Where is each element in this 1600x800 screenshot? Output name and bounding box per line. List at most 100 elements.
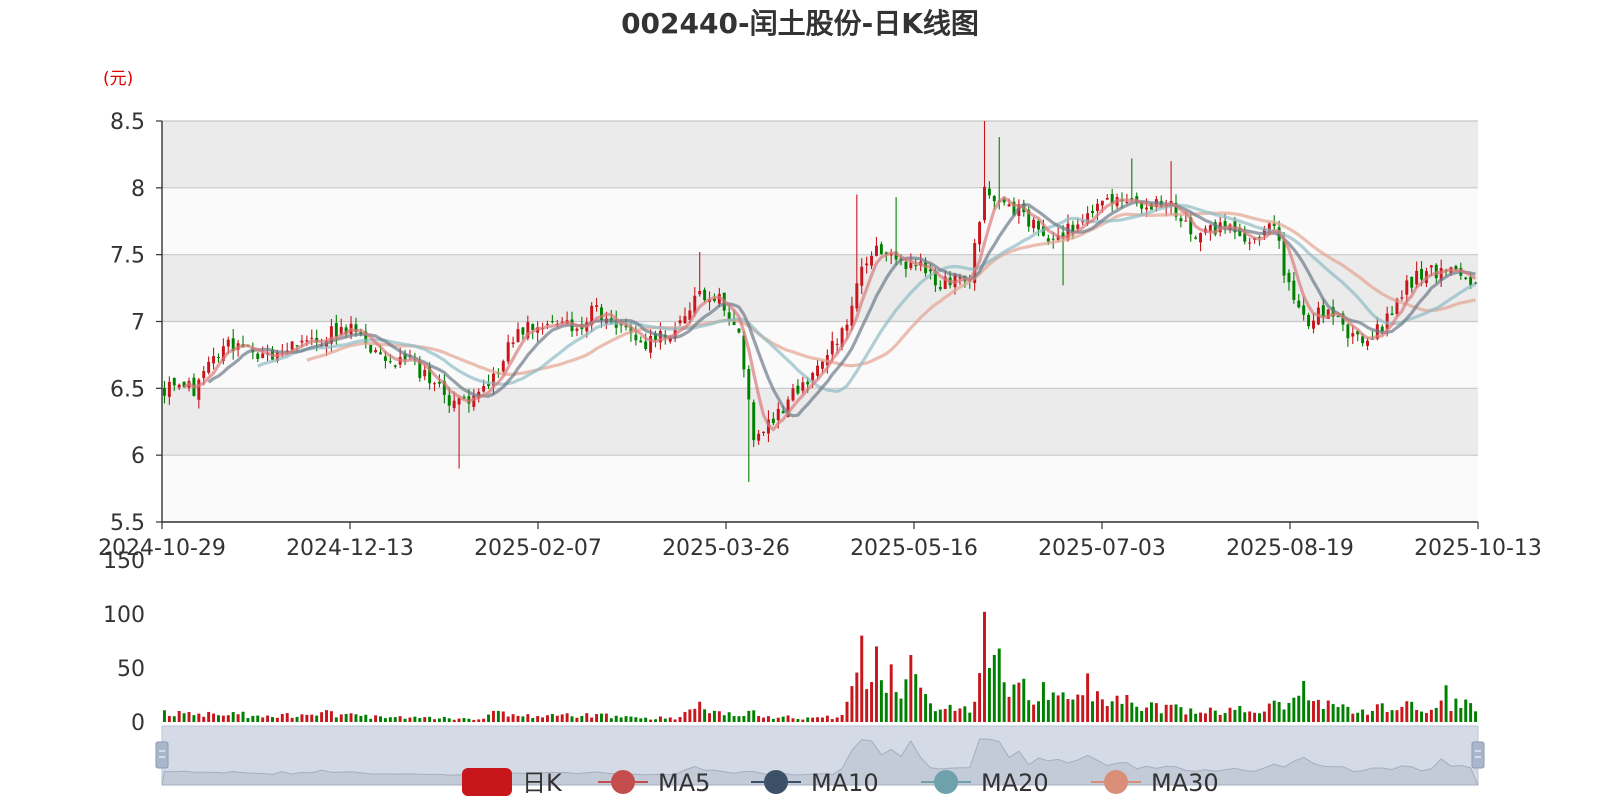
- volume-bar: [1469, 703, 1473, 722]
- volume-bar: [619, 717, 623, 722]
- volume-bar: [708, 713, 711, 722]
- candle-body: [1292, 280, 1296, 300]
- volume-bar: [894, 692, 898, 722]
- zoom-handle-left[interactable]: [155, 741, 169, 769]
- volume-bar: [295, 716, 299, 722]
- volume-bar: [1233, 709, 1237, 722]
- volume-bar: [595, 714, 599, 722]
- volume-bar: [231, 712, 235, 722]
- volume-bar: [889, 664, 893, 722]
- volume-bar: [884, 692, 888, 722]
- volume-bar: [1017, 682, 1021, 722]
- volume-bar: [860, 635, 864, 722]
- volume-bar: [457, 718, 461, 722]
- volume-bar: [403, 718, 407, 722]
- volume-bar: [496, 710, 500, 722]
- volume-bar: [1120, 703, 1124, 722]
- volume-bar: [924, 694, 928, 722]
- price-grid: [162, 120, 1478, 523]
- volume-bar: [1258, 713, 1261, 722]
- volume-bar: [1429, 709, 1433, 722]
- volume-bar: [1022, 678, 1026, 722]
- volume-bar: [1012, 684, 1016, 722]
- candle-body: [1194, 237, 1198, 239]
- price-tick-label: 5.5: [110, 511, 145, 536]
- candle-body: [1297, 300, 1301, 308]
- volume-bar: [300, 714, 304, 722]
- candle-body: [791, 388, 795, 401]
- volume-bar: [1361, 709, 1365, 722]
- volume-bar: [1277, 702, 1281, 722]
- candle-body: [703, 289, 707, 301]
- volume-bar: [182, 713, 186, 722]
- volume-bar: [1179, 707, 1183, 722]
- volume-bar: [167, 716, 171, 722]
- volume-bar: [1091, 701, 1095, 722]
- volume-bar: [1272, 700, 1276, 722]
- volume-bar: [1218, 714, 1222, 722]
- volume-bar: [629, 716, 633, 722]
- candle-body: [1199, 233, 1203, 243]
- volume-bar: [663, 718, 667, 722]
- volume-bar: [570, 716, 574, 722]
- candle-body: [737, 328, 741, 333]
- volume-bar: [840, 714, 844, 722]
- volume-bar: [1223, 713, 1227, 722]
- legend-item-ma30[interactable]: MA30: [1091, 769, 1219, 797]
- volume-bar: [855, 672, 859, 722]
- zoom-handle-right[interactable]: [1471, 741, 1485, 769]
- volume-bar: [550, 714, 554, 722]
- volume-bar: [830, 719, 834, 722]
- candle-body: [776, 408, 780, 421]
- volume-bar: [1081, 695, 1085, 722]
- volume-bar: [1086, 673, 1090, 722]
- volume-bar: [943, 708, 947, 722]
- volume-bar: [1066, 699, 1070, 722]
- candle-body: [506, 342, 510, 362]
- candle-body: [1415, 270, 1419, 285]
- volume-bar: [1130, 702, 1134, 722]
- volume-bar: [816, 717, 820, 722]
- volume-bar: [305, 714, 309, 722]
- volume-bar: [963, 706, 967, 722]
- volume-bar: [1424, 713, 1428, 722]
- volume-bar: [978, 673, 982, 722]
- candle-body: [550, 321, 554, 323]
- volume-bar: [1169, 704, 1173, 722]
- candle-body: [447, 395, 451, 406]
- volume-bar: [722, 715, 726, 722]
- candle-body: [172, 378, 176, 386]
- price-tick-label: 8: [131, 177, 145, 202]
- volume-bar: [1184, 714, 1188, 722]
- volume-bar: [1076, 694, 1080, 722]
- price-axis-labels: 8.5 8 7.5 7 6.5 6 5.5: [110, 110, 162, 536]
- volume-bar: [811, 717, 815, 722]
- volume-bar: [909, 655, 913, 722]
- volume-bar: [359, 715, 363, 722]
- legend-item-ma10[interactable]: MA10: [751, 769, 879, 797]
- volume-bar: [1444, 685, 1448, 722]
- volume-bar: [639, 718, 643, 722]
- volume-bar: [212, 713, 216, 722]
- candle-body: [811, 372, 815, 381]
- volume-bar: [1326, 700, 1330, 722]
- volume-bar: [261, 717, 265, 722]
- candle-body: [516, 329, 520, 343]
- candle-body: [1184, 220, 1188, 222]
- volume-bar: [1321, 709, 1325, 722]
- volume-bar: [560, 714, 564, 722]
- volume-bar: [1189, 708, 1193, 722]
- volume-bar: [1238, 705, 1242, 722]
- volume-bar: [349, 713, 353, 722]
- volume-bar: [442, 716, 446, 722]
- volume-bar: [280, 713, 284, 722]
- volume-bar: [1007, 696, 1011, 722]
- candle-body: [300, 340, 304, 343]
- candle-body: [806, 381, 810, 385]
- volume-tick-label: 0: [131, 711, 145, 736]
- legend-item-ma20[interactable]: MA20: [921, 769, 1049, 797]
- legend-label: MA20: [981, 769, 1049, 797]
- volume-bar: [216, 715, 220, 722]
- legend-marker: [611, 770, 635, 794]
- candle-body: [167, 381, 171, 397]
